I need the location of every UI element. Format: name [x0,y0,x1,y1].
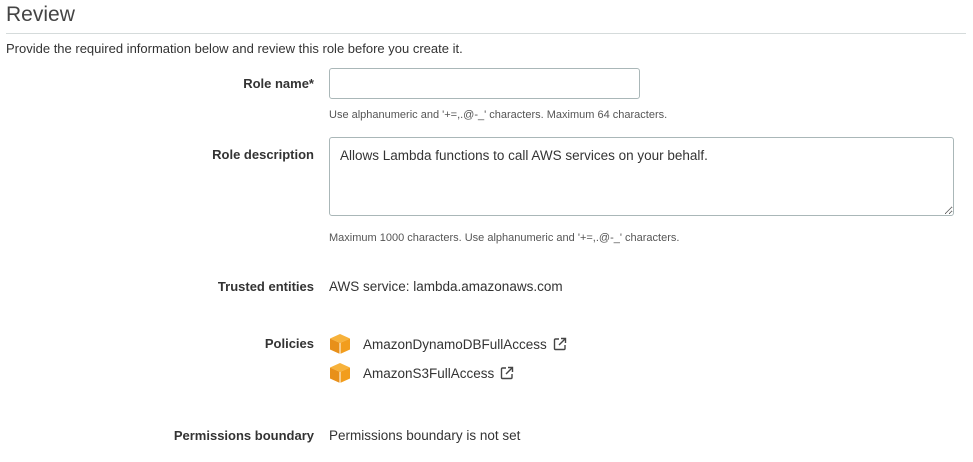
permissions-boundary-value: Permissions boundary is not set [329,428,521,443]
trusted-entities-value: AWS service: lambda.amazonaws.com [329,279,563,294]
policy-link-s3[interactable]: AmazonS3FullAccess [363,366,494,381]
aws-policy-cube-icon [330,334,350,354]
role-name-label: Role name* [243,76,314,91]
role-description-label: Role description [212,147,314,162]
trusted-entities-label: Trusted entities [217,279,314,294]
aws-policy-cube-icon [330,363,350,383]
role-description-textarea[interactable]: Allows Lambda functions to call AWS serv… [329,137,954,216]
policy-item: AmazonDynamoDBFullAccess [329,333,567,355]
external-link-icon[interactable] [500,366,514,380]
role-name-input[interactable] [329,68,640,99]
page-intro: Provide the required information below a… [6,41,463,56]
external-link-icon[interactable] [553,337,567,351]
policy-item: AmazonS3FullAccess [329,362,514,384]
page-title: Review [6,3,75,26]
review-page: Review Provide the required information … [0,0,973,462]
policies-label: Policies [264,336,314,351]
role-description-hint: Maximum 1000 characters. Use alphanumeri… [329,232,680,244]
title-divider [6,33,966,34]
policy-link-dynamodb[interactable]: AmazonDynamoDBFullAccess [363,337,547,352]
permissions-boundary-label: Permissions boundary [173,428,314,443]
role-name-hint: Use alphanumeric and '+=,.@-_' character… [329,109,668,121]
